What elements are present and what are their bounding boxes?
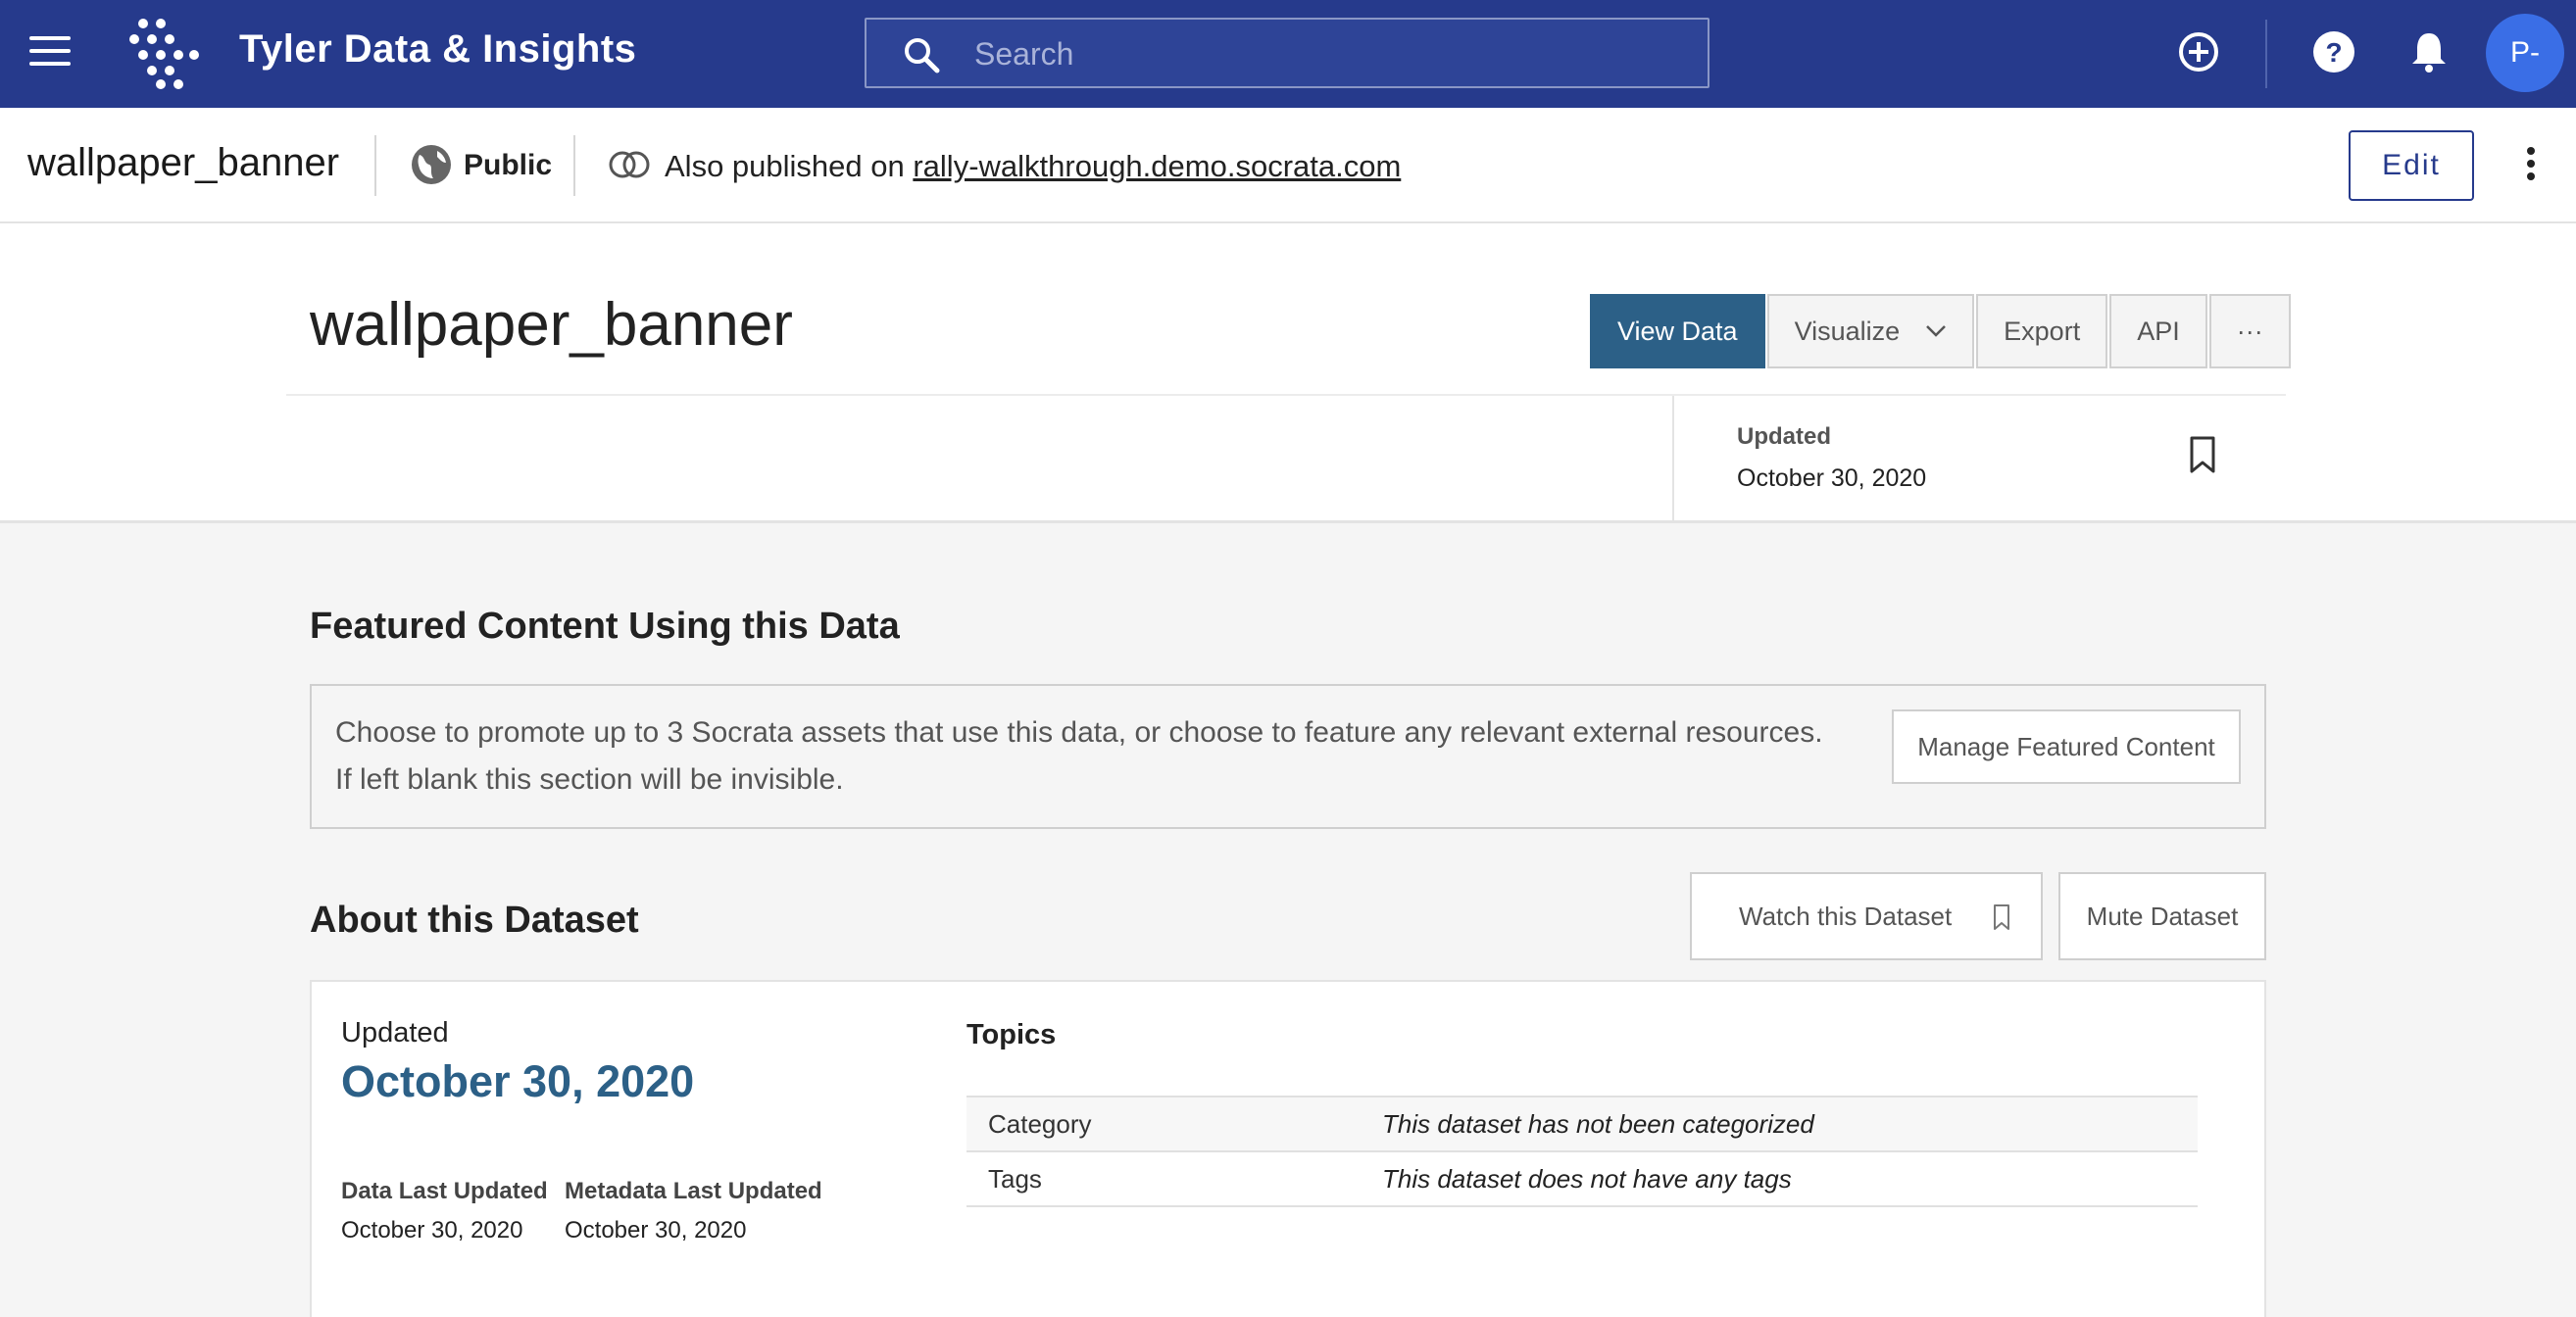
view-data-label: View Data [1617, 316, 1738, 346]
bookmark-icon [1994, 904, 2009, 930]
divider [374, 135, 376, 196]
search-icon [905, 38, 940, 73]
updated-label: Updated [341, 1017, 449, 1049]
view-data-button[interactable]: View Data [1590, 294, 1765, 368]
brand-title[interactable]: Tyler Data & Insights [239, 27, 636, 72]
chevron-down-icon [1926, 325, 1947, 337]
globe-icon [412, 145, 451, 184]
about-dataset-card: Updated October 30, 2020 Data Last Updat… [310, 980, 2266, 1317]
divider [573, 135, 575, 196]
watch-dataset-button[interactable]: Watch this Dataset [1690, 872, 2043, 960]
api-button[interactable]: API [2109, 294, 2207, 368]
tyler-logo-icon[interactable] [122, 16, 200, 90]
notifications-bell-icon[interactable] [2404, 27, 2453, 76]
search-input[interactable] [974, 29, 1680, 78]
nav-divider [2265, 20, 2267, 88]
also-published-prefix: Also published on [665, 149, 905, 183]
api-label: API [2137, 316, 2180, 346]
topic-value: This dataset does not have any tags [1382, 1150, 2198, 1207]
divider [286, 394, 2286, 396]
visibility-label: Public [464, 149, 553, 181]
top-nav: Tyler Data & Insights ? P- [0, 0, 2576, 108]
data-last-updated-label: Data Last Updated [341, 1178, 548, 1204]
featured-content-description: Choose to promote up to 3 Socrata assets… [335, 716, 1823, 796]
export-label: Export [2004, 316, 2081, 346]
linked-rings-icon [609, 151, 650, 178]
user-avatar[interactable]: P- [2486, 14, 2564, 92]
bookmark-icon[interactable] [2188, 435, 2217, 474]
export-button[interactable]: Export [1976, 294, 2108, 368]
visualize-label: Visualize [1794, 316, 1901, 346]
search-box[interactable] [865, 18, 1709, 88]
topics-table: Category This dataset has not been categ… [966, 1096, 2198, 1207]
asset-name: wallpaper_banner [27, 141, 340, 184]
topic-key: Tags [966, 1150, 1382, 1207]
featured-content-heading: Featured Content Using this Data [310, 606, 900, 647]
metadata-last-updated-value: October 30, 2020 [565, 1217, 747, 1244]
action-bar: View Data Visualize Export API ··· [1590, 294, 2293, 368]
edit-button[interactable]: Edit [2349, 130, 2474, 201]
manage-featured-content-button[interactable]: Manage Featured Content [1892, 709, 2241, 784]
data-last-updated-value: October 30, 2020 [341, 1217, 523, 1244]
updated-date: October 30, 2020 [1737, 464, 1927, 492]
add-circle-icon[interactable] [2174, 27, 2223, 76]
table-row: Category This dataset has not been categ… [966, 1096, 2198, 1151]
dataset-header: wallpaper_banner View Data Visualize Exp… [0, 223, 2576, 523]
about-dataset-heading: About this Dataset [310, 900, 639, 941]
help-icon[interactable]: ? [2309, 27, 2358, 76]
metadata-last-updated-label: Metadata Last Updated [565, 1178, 822, 1204]
visualize-dropdown[interactable]: Visualize [1766, 294, 1975, 368]
featured-content-box: Choose to promote up to 3 Socrata assets… [310, 684, 2266, 829]
more-actions-button[interactable]: ··· [2208, 294, 2291, 368]
page-title: wallpaper_banner [310, 291, 793, 359]
topic-key: Category [966, 1096, 1382, 1151]
also-published-link[interactable]: rally-walkthrough.demo.socrata.com [913, 149, 1401, 183]
topic-value: This dataset has not been categorized [1382, 1096, 2198, 1151]
updated-date: October 30, 2020 [341, 1056, 695, 1106]
more-options-icon[interactable] [2521, 147, 2541, 186]
mute-dataset-button[interactable]: Mute Dataset [2058, 872, 2266, 960]
updated-label: Updated [1737, 423, 1831, 450]
topics-heading: Topics [966, 1019, 1057, 1050]
divider [1672, 396, 1674, 523]
table-row: Tags This dataset does not have any tags [966, 1150, 2198, 1207]
more-actions-label: ··· [2236, 316, 2263, 346]
menu-icon[interactable] [29, 36, 71, 70]
svg-text:?: ? [2325, 37, 2342, 68]
asset-title-bar: wallpaper_banner Public Also published o… [0, 108, 2576, 223]
watch-dataset-label: Watch this Dataset [1739, 901, 1953, 931]
also-published-text: Also published on rally-walkthrough.demo… [665, 149, 1401, 184]
